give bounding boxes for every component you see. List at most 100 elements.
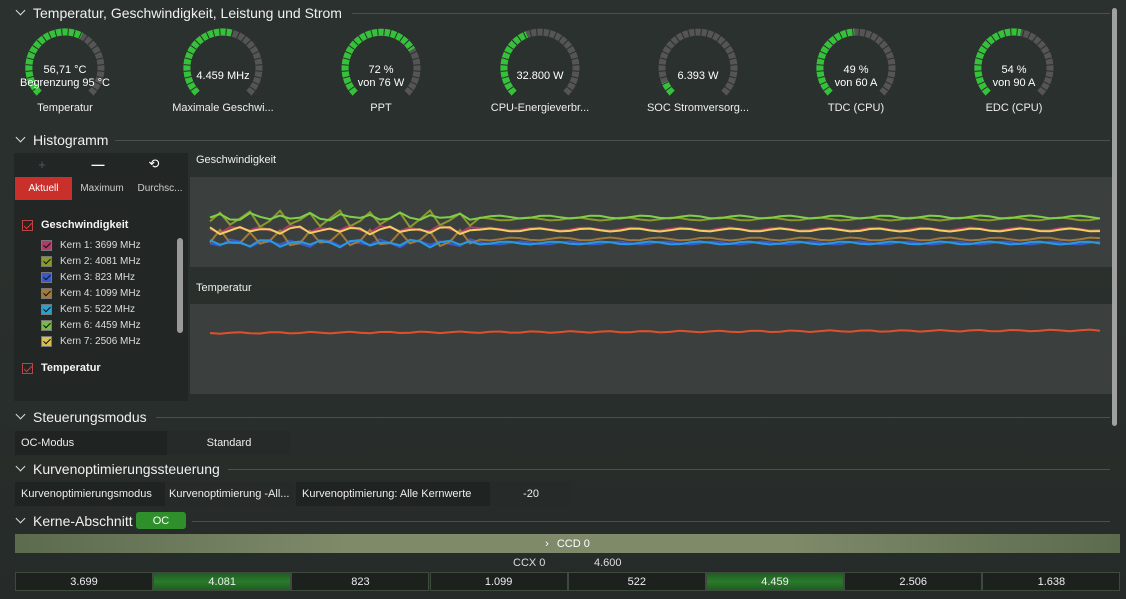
group-speed[interactable]: Geschwindigkeit (22, 217, 128, 233)
core-frequency-cell[interactable]: 1.638 (982, 572, 1121, 591)
chart-speed (190, 177, 1112, 267)
section-title: Kurvenoptimierungssteuerung (33, 461, 220, 477)
gauge-label: SOC Stromversorg... (646, 102, 750, 114)
curve-all-value[interactable]: -20 (490, 482, 572, 506)
section-curve-header[interactable]: Kurvenoptimierungssteuerung (15, 459, 220, 479)
oc-badge: OC (136, 512, 186, 529)
sidebar-scrollbar[interactable] (177, 238, 183, 333)
gauge-ring (500, 28, 580, 97)
gauge-value: 56,71 °C (43, 64, 87, 76)
chart-temperature (190, 304, 1112, 394)
section-control-header[interactable]: Steuerungsmodus (15, 407, 147, 427)
gauge-value: 4.459 MHz (196, 70, 250, 82)
gauge-label: PPT (370, 102, 392, 114)
gauge: 54 % von 90 A EDC (CPU) (949, 26, 1079, 118)
divider (352, 13, 1110, 14)
divider (228, 469, 1110, 470)
section-histogram-header[interactable]: Histogramm (15, 130, 108, 150)
core-label: Kern 1: 3699 MHz (60, 240, 141, 251)
speed-chart-svg (209, 209, 1101, 249)
chevron-down-icon[interactable] (15, 411, 27, 423)
ccx-row: CCX 0 4.600 (15, 554, 1120, 571)
core-label: Kern 5: 522 MHz (60, 304, 136, 315)
chevron-down-icon[interactable] (15, 463, 27, 475)
section-title: Histogramm (33, 132, 109, 148)
core-legend-item[interactable]: Kern 6: 4459 MHz (41, 318, 141, 333)
core-legend-item[interactable]: Kern 3: 823 MHz (41, 270, 135, 285)
gauge: 72 % von 76 W PPT (316, 26, 446, 118)
curve-all-row[interactable]: Kurvenoptimierung: Alle Kernwerte -20 (296, 482, 572, 506)
gauge-label: EDC (CPU) (985, 102, 1043, 114)
gauge-ring (183, 28, 263, 97)
gauge: 6.393 W SOC Stromversorg... (633, 26, 763, 118)
minus-icon[interactable]: — (70, 153, 126, 175)
core-legend-item[interactable]: Kern 1: 3699 MHz (41, 238, 141, 253)
core-frequency-cell[interactable]: 823 (291, 572, 430, 591)
curve-mode-label: Kurvenoptimierungsmodus (21, 488, 152, 500)
group-label: Geschwindigkeit (41, 219, 129, 231)
ccd-label: CCD 0 (556, 537, 590, 550)
checkbox[interactable] (22, 362, 33, 374)
core-legend-item[interactable]: Kern 4: 1099 MHz (41, 286, 141, 301)
oc-mode-row[interactable]: OC-Modus Standard (15, 431, 291, 455)
gauge-label: CPU-Energieverbr... (490, 102, 590, 114)
core-label: Kern 3: 823 MHz (60, 272, 136, 283)
section-title: Temperatur, Geschwindigkeit, Leistung un… (33, 5, 342, 21)
gauge: 32.800 W CPU-Energieverbr... (475, 26, 605, 118)
divider (156, 417, 1110, 418)
group-temperature[interactable]: Temperatur (22, 360, 101, 376)
speed-series-line (209, 209, 1101, 229)
temperature-series-line (209, 328, 1101, 335)
core-label: Kern 2: 4081 MHz (60, 256, 141, 267)
chevron-down-icon[interactable] (15, 7, 27, 19)
core-legend-item[interactable]: Kern 7: 2506 MHz (41, 334, 141, 349)
core-label: Kern 4: 1099 MHz (60, 288, 141, 299)
ccd-bar[interactable]: › CCD 0 (15, 534, 1120, 553)
core-checkbox[interactable] (41, 240, 52, 251)
curve-mode-value[interactable]: Kurvenoptimierung -All... (165, 482, 293, 506)
chevron-down-icon[interactable] (15, 134, 27, 146)
core-frequency-cell[interactable]: 4.459 (706, 572, 844, 591)
core-label: Kern 7: 2506 MHz (60, 336, 141, 347)
main-scrollbar[interactable] (1112, 8, 1117, 426)
core-checkbox[interactable] (41, 304, 52, 315)
tab-maximum[interactable]: Maximum (74, 177, 130, 200)
gauge-value: 54 % (1001, 64, 1027, 76)
histogram-sidebar: + — ⟲ Aktuell Maximum Durchsc... Geschwi… (14, 153, 188, 401)
core-frequency-cell[interactable]: 4.081 (153, 572, 292, 591)
ccx-value: 4.600 (594, 557, 622, 569)
reset-icon[interactable]: ⟲ (126, 153, 182, 175)
add-icon[interactable]: + (14, 153, 70, 175)
core-frequency-cell[interactable]: 522 (567, 572, 706, 591)
core-checkbox[interactable] (41, 288, 52, 299)
oc-mode-value[interactable]: Standard (167, 431, 291, 455)
checkbox[interactable] (22, 219, 33, 231)
section-cores-header[interactable]: Kerne-Abschnitt (15, 511, 133, 531)
section-temperature-header[interactable]: Temperatur, Geschwindigkeit, Leistung un… (15, 3, 342, 23)
curve-mode-row[interactable]: Kurvenoptimierungsmodus Kurvenoptimierun… (15, 482, 293, 506)
section-title: Kerne-Abschnitt (33, 513, 133, 529)
group-label: Temperatur (41, 362, 101, 374)
core-frequency-cell[interactable]: 3.699 (15, 572, 153, 591)
core-frequency-cell[interactable]: 2.506 (844, 572, 983, 591)
gauge: 4.459 MHz Maximale Geschwi... (158, 26, 288, 118)
gauge-subvalue: von 60 A (834, 77, 878, 89)
gauge-ring (658, 28, 738, 97)
chevron-right-icon[interactable]: › (545, 538, 549, 550)
core-checkbox[interactable] (41, 320, 52, 331)
core-checkbox[interactable] (41, 256, 52, 267)
chart-speed-title: Geschwindigkeit (196, 154, 277, 166)
gauge-label: Maximale Geschwi... (172, 102, 274, 114)
core-legend-item[interactable]: Kern 5: 522 MHz (41, 302, 135, 317)
tab-durchschnitt[interactable]: Durchsc... (132, 177, 188, 200)
chevron-down-icon[interactable] (15, 515, 27, 527)
tab-aktuell[interactable]: Aktuell (15, 177, 72, 200)
gauge-value: 6.393 W (677, 70, 719, 82)
core-checkbox[interactable] (41, 272, 52, 283)
core-frequency-cell[interactable]: 1.099 (429, 572, 568, 591)
section-title: Steuerungsmodus (33, 409, 147, 425)
core-checkbox[interactable] (41, 336, 52, 347)
core-legend-item[interactable]: Kern 2: 4081 MHz (41, 254, 141, 269)
oc-mode-label: OC-Modus (21, 437, 75, 449)
gauge-subvalue: von 76 W (357, 77, 405, 89)
